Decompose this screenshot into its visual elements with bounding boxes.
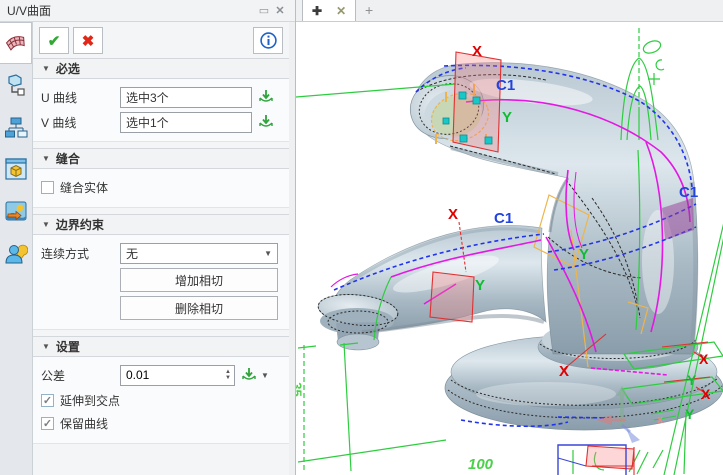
collapse-icon: ▼ bbox=[42, 220, 50, 229]
tolerance-label: 公差 bbox=[41, 367, 120, 384]
sew-entity-label: 缝合实体 bbox=[60, 179, 108, 196]
render-image-icon bbox=[4, 199, 28, 223]
collapse-icon: ▼ bbox=[42, 154, 50, 163]
v-curve-input[interactable]: 选中1个 bbox=[120, 112, 252, 133]
info-button[interactable] bbox=[253, 27, 283, 54]
info-icon bbox=[260, 32, 277, 49]
uv-surface-form: ✔ ✖ ▼ 必选 U 曲线 选中3个 bbox=[33, 22, 289, 475]
continuity-label: 连续方式 bbox=[41, 245, 120, 262]
uv-surface-icon bbox=[4, 31, 28, 55]
tolerance-input[interactable] bbox=[121, 368, 225, 382]
pick-arrow-icon bbox=[258, 89, 274, 105]
section-sew-body: 缝合实体 bbox=[33, 169, 289, 208]
keep-curves-label: 保留曲线 bbox=[60, 415, 108, 432]
section-boundary-body: 连续方式 无 ▼ 增加相切 删除相切 bbox=[33, 235, 289, 330]
extend-checkbox[interactable]: ✓ bbox=[41, 394, 54, 407]
extend-label: 延伸到交点 bbox=[60, 392, 120, 409]
collapse-icon: ▼ bbox=[42, 64, 50, 73]
section-sew-label: 缝合 bbox=[56, 150, 80, 167]
form-toolbar: ✔ ✖ bbox=[33, 22, 289, 58]
u-curve-input[interactable]: 选中3个 bbox=[120, 87, 252, 108]
u-curve-pick-button[interactable] bbox=[258, 89, 274, 105]
cancel-button[interactable]: ✖ bbox=[73, 27, 103, 54]
continuity-value: 无 bbox=[126, 245, 138, 262]
chevron-down-icon: ▼ bbox=[264, 249, 272, 258]
section-boundary-header[interactable]: ▼ 边界约束 bbox=[33, 214, 289, 235]
panel-title: U/V曲面 bbox=[7, 2, 256, 19]
section-required-label: 必选 bbox=[56, 60, 80, 77]
panel-sidebar bbox=[0, 22, 33, 475]
spinner-arrows-icon[interactable]: ▲▼ bbox=[225, 369, 234, 381]
sidebar-tool-assembly-tree[interactable] bbox=[0, 64, 32, 106]
assembly-tree-icon bbox=[4, 73, 28, 97]
pick-arrow-icon bbox=[241, 367, 257, 383]
ok-button[interactable]: ✔ bbox=[39, 27, 69, 54]
collapse-icon: ▼ bbox=[42, 342, 50, 351]
zw3d-window: U/V曲面 ▭ ✕ bbox=[0, 0, 723, 475]
continuity-dropdown[interactable]: 无 ▼ bbox=[120, 243, 278, 264]
v-curve-pick-button[interactable] bbox=[258, 114, 274, 130]
sidebar-tool-user[interactable] bbox=[0, 232, 32, 274]
add-tangent-button[interactable]: 增加相切 bbox=[120, 268, 278, 292]
pick-arrow-icon bbox=[258, 114, 274, 130]
pick-options-chevron-icon[interactable]: ▼ bbox=[261, 371, 269, 380]
hierarchy-icon bbox=[4, 115, 28, 139]
section-settings-label: 设置 bbox=[56, 338, 80, 355]
u-curve-label: U 曲线 bbox=[41, 89, 120, 106]
section-boundary-label: 边界约束 bbox=[56, 216, 104, 233]
v-curve-label: V 曲线 bbox=[41, 114, 120, 131]
viewport-canvas[interactable] bbox=[296, 22, 723, 475]
view-manager-icon bbox=[4, 157, 28, 181]
keep-curves-checkbox[interactable]: ✓ bbox=[41, 417, 54, 430]
section-settings-header[interactable]: ▼ 设置 bbox=[33, 336, 289, 357]
new-tab-button[interactable]: + bbox=[356, 2, 382, 21]
sew-entity-checkbox[interactable] bbox=[41, 181, 54, 194]
tolerance-pick-button[interactable] bbox=[241, 367, 257, 383]
remove-tangent-button[interactable]: 删除相切 bbox=[120, 296, 278, 320]
sidebar-tool-render-image[interactable] bbox=[0, 190, 32, 232]
tab-close-icon[interactable]: ✕ bbox=[336, 4, 346, 18]
panel-titlebar[interactable]: U/V曲面 ▭ ✕ bbox=[0, 0, 295, 22]
model-viewport[interactable]: XC1YXC1C1YYXXYXYx10035 bbox=[296, 22, 723, 475]
sidebar-tool-view-manager[interactable] bbox=[0, 148, 32, 190]
section-sew-header[interactable]: ▼ 缝合 bbox=[33, 148, 289, 169]
close-panel-icon[interactable]: ✕ bbox=[272, 4, 288, 17]
section-settings-body: 公差 ▲▼ ▼ ✓ 延伸到交点 bbox=[33, 357, 289, 444]
sidebar-tool-hierarchy[interactable] bbox=[0, 106, 32, 148]
sidebar-tool-uv-surface[interactable] bbox=[0, 22, 32, 64]
float-panel-icon[interactable]: ▭ bbox=[256, 4, 272, 17]
tab-active-document[interactable]: ✚ ✕ bbox=[302, 0, 356, 21]
uv-surface-panel: U/V曲面 ▭ ✕ bbox=[0, 0, 296, 475]
section-required-body: U 曲线 选中3个 V 曲线 选中1个 bbox=[33, 79, 289, 142]
tolerance-spinner[interactable]: ▲▼ bbox=[120, 365, 235, 386]
document-tabbar: ✚ ✕ + bbox=[296, 0, 723, 22]
user-icon bbox=[4, 241, 28, 265]
section-required-header[interactable]: ▼ 必选 bbox=[33, 58, 289, 79]
part-document-icon: ✚ bbox=[312, 4, 322, 18]
